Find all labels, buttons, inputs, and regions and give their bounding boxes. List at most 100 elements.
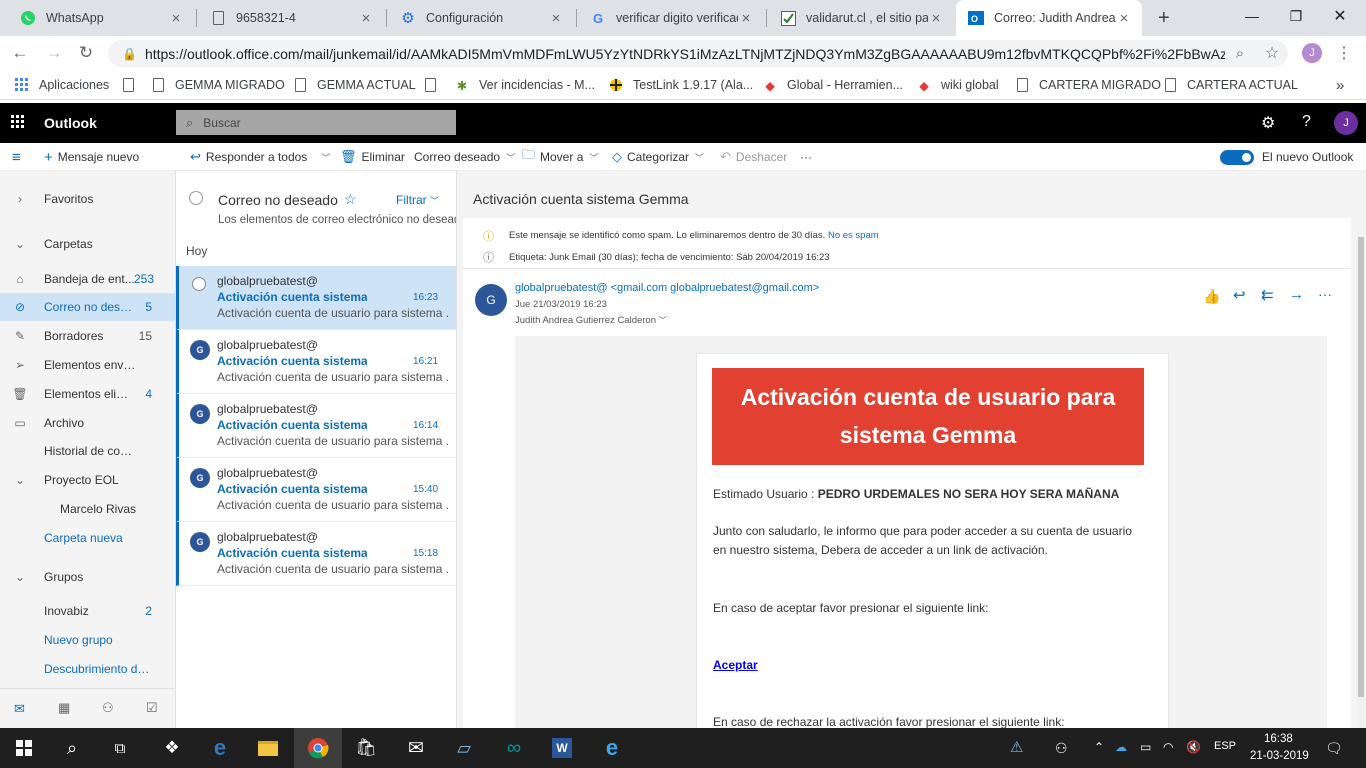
bookmark-global[interactable]: ◆ Global - Herramien... (762, 76, 903, 94)
favorite-star-icon[interactable]: ☆ (344, 191, 357, 208)
folder-deleted[interactable]: 🗑 Elementos elimin... 4 (0, 380, 175, 408)
mail-icon[interactable]: ✉ (14, 701, 25, 717)
reply-all-button[interactable]: ↩ Responder a todos ﹀ (190, 149, 330, 165)
message-item[interactable]: G globalpruebatest@ Activación cuenta si… (176, 394, 456, 458)
star-icon[interactable]: ☆ (1260, 41, 1284, 65)
undo-button[interactable]: ↶ Deshacer (720, 149, 787, 165)
message-item[interactable]: globalpruebatest@ Activación cuenta sist… (176, 266, 456, 330)
bookmark-gemma-migrado[interactable]: GEMMA MIGRADO (150, 76, 285, 94)
tab-google-search[interactable]: G verificar digito verificad × (578, 0, 764, 36)
forward-icon[interactable]: → (42, 41, 66, 65)
select-radio[interactable] (192, 277, 206, 291)
bookmark-cartera-actual[interactable]: CARTERA ACTUAL (1162, 76, 1298, 94)
bookmark-gemma-actual[interactable]: GEMMA ACTUAL (292, 76, 416, 94)
new-group-link[interactable]: Nuevo grupo (0, 626, 175, 654)
bookmark-item[interactable] (120, 76, 145, 94)
dropbox-icon[interactable]: ❖ (148, 728, 196, 768)
file-explorer-icon[interactable] (244, 728, 292, 768)
folder-proyecto-eol[interactable]: ⌄ Proyecto EOL (0, 466, 175, 494)
tab-validarut[interactable]: validarut.cl , el sitio pa × (768, 0, 954, 36)
new-folder-link[interactable]: Carpeta nueva (0, 524, 175, 552)
tasks-icon[interactable]: ☑ (146, 700, 158, 716)
recipient[interactable]: Judith Andrea Gutierrez Calderon ﹀ (515, 315, 667, 326)
accept-link[interactable]: Aceptar (713, 656, 758, 675)
categorize-button[interactable]: ◇ Categorizar ﹀ (612, 149, 704, 165)
junk-button[interactable]: Correo deseado ﹀ (414, 149, 515, 165)
app-launcher-icon[interactable] (11, 115, 25, 132)
reply-all-icon[interactable]: ⇇ (1261, 286, 1274, 304)
favorites-header[interactable]: › Favoritos (0, 185, 175, 213)
like-icon[interactable]: 👍 (1203, 288, 1220, 305)
snipping-tool-icon[interactable]: ▱ (440, 728, 488, 768)
delete-button[interactable]: 🗑 Eliminar (340, 149, 405, 165)
new-outlook-toggle[interactable]: El nuevo Outlook (1220, 149, 1353, 165)
close-icon[interactable]: × (548, 10, 564, 27)
user-avatar[interactable]: J (1334, 111, 1358, 135)
move-to-button[interactable]: 🗀 Mover a ﹀ (522, 147, 598, 165)
volume-muted-icon[interactable]: 🔇 (1186, 740, 1201, 754)
more-actions-icon[interactable]: ··· (1318, 286, 1332, 302)
bookmark-item[interactable] (422, 76, 447, 94)
back-icon[interactable]: ← (8, 41, 32, 65)
sender-address[interactable]: globalpruebatest@ <gmail.com globalprueb… (515, 282, 819, 294)
chevron-up-icon[interactable]: ⌃ (1094, 740, 1104, 754)
calendar-icon[interactable]: ▦ (58, 700, 70, 716)
close-icon[interactable]: × (738, 10, 754, 27)
close-icon[interactable]: × (1116, 10, 1132, 27)
people-icon[interactable]: ⚇ (1055, 740, 1068, 757)
tab-outlook[interactable]: O Correo: Judith Andrea G × (956, 0, 1142, 36)
tab-settings[interactable]: ⚙ Configuración × (388, 0, 574, 36)
zoom-search-icon[interactable]: ⌕ (1228, 41, 1252, 65)
folder-junk[interactable]: ⊘ Correo no desea... 5 (0, 293, 175, 321)
clock-time[interactable]: 16:38 (1264, 733, 1293, 745)
chrome-icon[interactable] (294, 728, 342, 768)
folders-header[interactable]: ⌄ Carpetas (0, 230, 175, 258)
new-message-button[interactable]: + Mensaje nuevo (44, 149, 139, 166)
folder-sent[interactable]: ➢ Elementos enviados (0, 351, 175, 379)
new-tab-button[interactable]: + (1146, 0, 1182, 36)
network-warning-icon[interactable]: ⚠ (1010, 738, 1023, 756)
address-bar[interactable]: 🔒 https://outlook.office.com/mail/junkem… (108, 40, 1288, 67)
reload-icon[interactable]: ↻ (74, 41, 98, 65)
discover-groups-link[interactable]: Descubrimiento de ... (0, 655, 175, 683)
filter-button[interactable]: Filtrar ﹀ (396, 193, 439, 207)
task-view-icon[interactable]: ⧉ (96, 728, 144, 768)
arduino-icon[interactable]: ∞ (490, 728, 538, 768)
group-inovabiz[interactable]: Inovabiz 2 (0, 597, 175, 625)
profile-avatar[interactable]: J (1300, 41, 1324, 65)
folder-inbox[interactable]: ⌂ Bandeja de ent... 253 (0, 265, 175, 293)
close-icon[interactable]: × (928, 10, 944, 27)
windows-start-icon[interactable] (0, 728, 48, 768)
language-indicator[interactable]: ESP (1214, 740, 1236, 752)
folder-marcelo-rivas[interactable]: Marcelo Rivas (0, 495, 175, 523)
bookmark-wiki[interactable]: ◆ wiki global (916, 76, 998, 94)
reply-icon[interactable]: ↩ (1233, 286, 1246, 304)
not-spam-link[interactable]: No es spam (828, 230, 879, 241)
close-icon[interactable]: × (168, 10, 184, 27)
folder-conversation-history[interactable]: Historial de conver... (0, 437, 175, 465)
bookmark-cartera-migrado[interactable]: CARTERA MIGRADO (1014, 76, 1161, 94)
notifications-icon[interactable]: 🗨 (1325, 740, 1343, 757)
scrollbar-thumb[interactable] (1358, 237, 1364, 697)
more-options-button[interactable]: ··· (800, 149, 812, 165)
wifi-icon[interactable]: ◠ (1163, 740, 1173, 754)
message-item[interactable]: G globalpruebatest@ Activación cuenta si… (176, 458, 456, 522)
bookmark-apps[interactable]: Aplicaciones (14, 76, 109, 94)
search-box[interactable]: ⌕ Buscar (176, 110, 456, 135)
chevron-down-icon[interactable]: ﹀ (321, 151, 330, 164)
people-icon[interactable]: ⚇ (102, 700, 114, 716)
select-all-checkbox[interactable] (189, 191, 203, 205)
minimize-button[interactable]: — (1230, 0, 1274, 32)
close-icon[interactable]: × (358, 10, 374, 27)
onedrive-icon[interactable]: ☁ (1115, 740, 1127, 754)
battery-icon[interactable]: ▭ (1140, 740, 1151, 754)
help-icon[interactable]: ? (1302, 113, 1311, 131)
hamburger-menu-icon[interactable]: ≡ (12, 149, 21, 166)
clock-date[interactable]: 21-03-2019 (1250, 750, 1309, 762)
word-icon[interactable]: W (538, 728, 586, 768)
edge-icon[interactable]: e (196, 728, 244, 768)
forward-icon[interactable]: → (1289, 286, 1304, 303)
groups-header[interactable]: ⌄ Grupos (0, 563, 175, 591)
message-item[interactable]: G globalpruebatest@ Activación cuenta si… (176, 522, 456, 586)
mail-icon[interactable]: ✉ (392, 728, 440, 768)
